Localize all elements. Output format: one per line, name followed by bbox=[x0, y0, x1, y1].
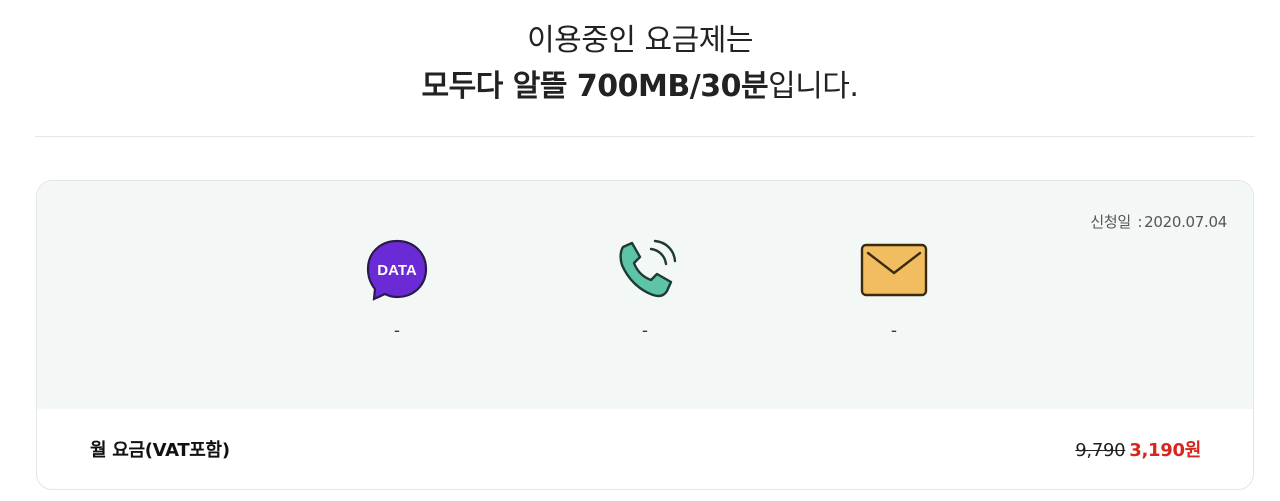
benefit-data-value: - bbox=[393, 321, 401, 341]
benefit-sms-value: - bbox=[890, 321, 898, 341]
monthly-fee-row: 월 요금(VAT포함) 9,790 3,190원 bbox=[37, 409, 1253, 489]
benefit-voice-value: - bbox=[641, 321, 649, 341]
envelope-icon bbox=[859, 239, 929, 301]
plan-card: 신청일 :2020.07.04 DATA - - - 월 요금(VAT포함) 9… bbox=[36, 180, 1254, 490]
apply-date: 신청일 :2020.07.04 bbox=[1090, 211, 1227, 232]
headline-intro: 이용중인 요금제는 bbox=[527, 23, 753, 58]
apply-date-value: 2020.07.04 bbox=[1144, 213, 1227, 231]
discounted-price: 3,190원 bbox=[1129, 440, 1201, 461]
plan-name-suffix: 입니다. bbox=[768, 69, 859, 104]
plan-page: 이용중인 요금제는 모두다 알뜰 700MB/30분입니다. 신청일 :2020… bbox=[0, 0, 1280, 501]
data-icon-label: DATA bbox=[377, 262, 417, 279]
apply-date-separator: : bbox=[1137, 213, 1143, 231]
apply-date-label: 신청일 bbox=[1090, 213, 1131, 231]
benefit-voice: - bbox=[610, 239, 680, 349]
header-divider bbox=[35, 136, 1255, 137]
phone-call-icon bbox=[610, 239, 680, 301]
data-bubble-icon: DATA bbox=[362, 239, 432, 301]
monthly-fee-label: 월 요금(VAT포함) bbox=[90, 440, 230, 461]
plan-benefits-panel: 신청일 :2020.07.04 DATA - - - bbox=[37, 181, 1253, 409]
plan-headline: 이용중인 요금제는 모두다 알뜰 700MB/30분입니다. bbox=[0, 18, 1280, 110]
monthly-fee-prices: 9,790 3,190원 bbox=[1075, 436, 1201, 462]
benefit-sms: - bbox=[859, 239, 929, 349]
headline-plan: 모두다 알뜰 700MB/30분입니다. bbox=[0, 64, 1280, 110]
original-price: 9,790 bbox=[1075, 440, 1126, 461]
benefit-data: DATA - bbox=[362, 239, 432, 349]
plan-name: 모두다 알뜰 700MB/30분 bbox=[421, 69, 769, 104]
